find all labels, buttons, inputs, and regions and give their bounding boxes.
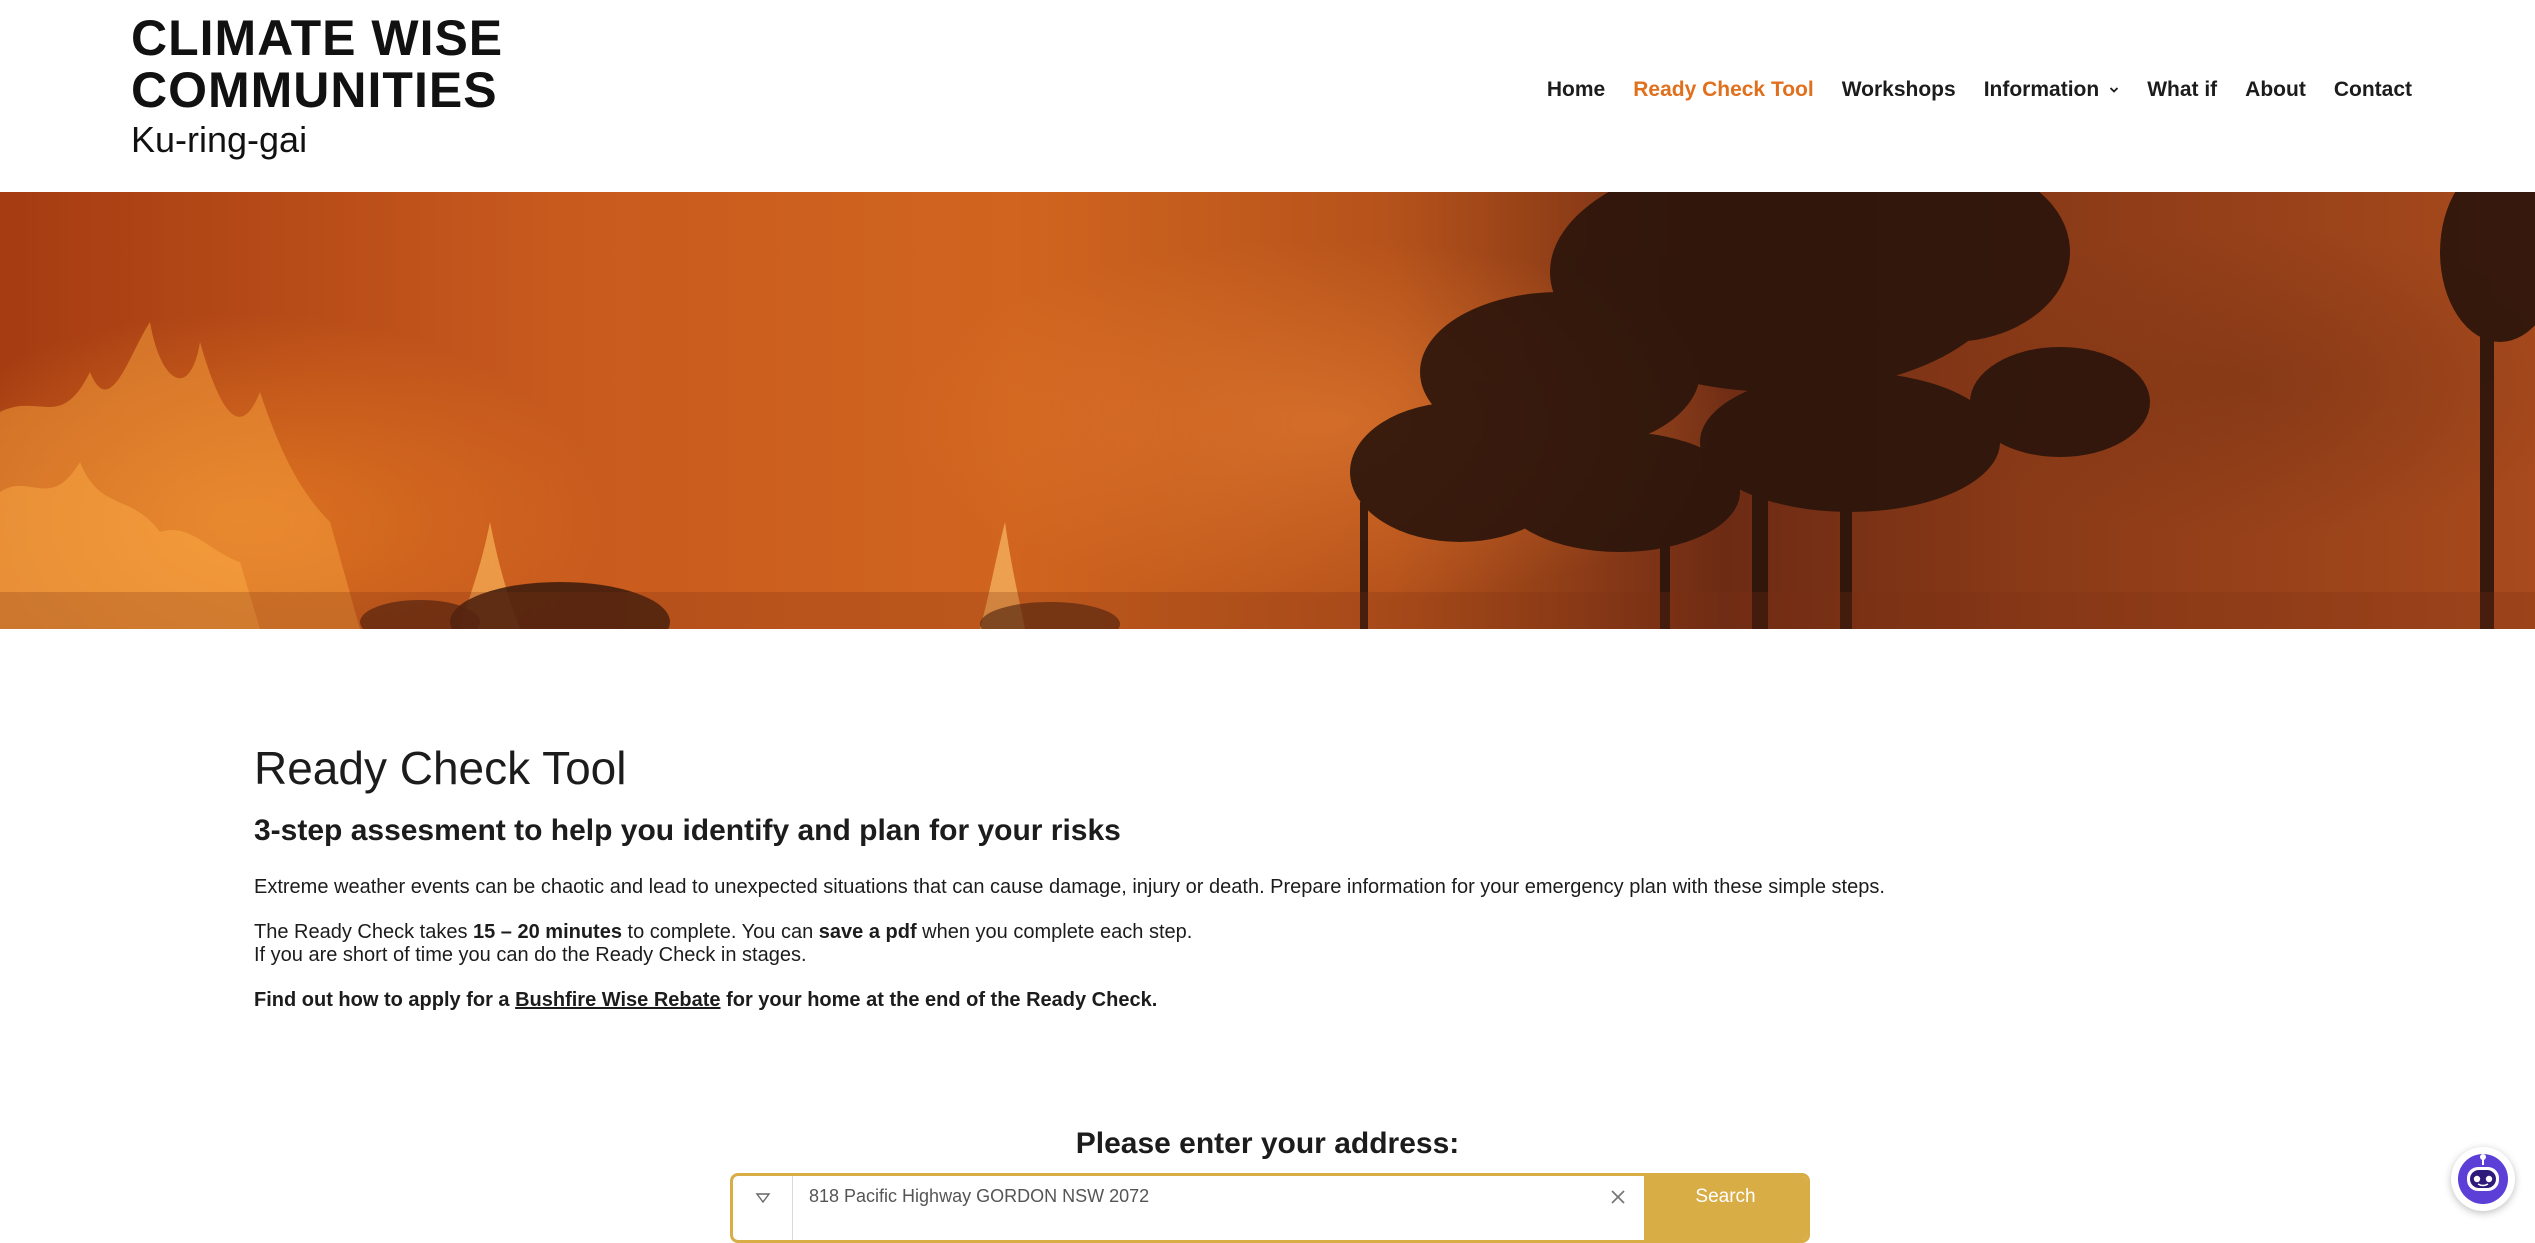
nav-contact[interactable]: Contact bbox=[2334, 78, 2412, 102]
duration-middle: to complete. You can bbox=[621, 921, 819, 943]
bushfire-forest-illustration bbox=[0, 192, 2535, 629]
rebate-text: Find out how to apply for a Bushfire Wis… bbox=[254, 989, 2284, 1012]
page-subtitle: 3-step assesment to help you identify an… bbox=[254, 814, 1121, 847]
nav-information-label: Information bbox=[1983, 78, 2100, 101]
logo-line-2: COMMUNITIES bbox=[131, 62, 498, 118]
rebate-prefix: Find out how to apply for a bbox=[254, 989, 516, 1011]
nav-information[interactable]: Information bbox=[1984, 78, 2120, 102]
nav-workshops[interactable]: Workshops bbox=[1842, 78, 1956, 102]
logo-subtitle: Ku-ring-gai bbox=[131, 119, 308, 160]
address-prompt: Please enter your address: bbox=[1075, 1127, 1460, 1160]
duration-value: 15 – 20 minutes bbox=[473, 921, 622, 943]
duration-suffix: when you complete each step. bbox=[916, 921, 1193, 943]
logo-line-1: CLIMATE WISE bbox=[131, 10, 504, 66]
duration-text: The Ready Check takes 15 – 20 minutes to… bbox=[254, 921, 2284, 944]
close-icon bbox=[1611, 1190, 1625, 1204]
duration-prefix: The Ready Check takes bbox=[254, 921, 473, 943]
site-header: CLIMATE WISE COMMUNITIES Ku-ring-gai Hom… bbox=[0, 0, 2535, 192]
nav-ready-check-tool[interactable]: Ready Check Tool bbox=[1633, 78, 1814, 102]
chevron-down-icon bbox=[2110, 87, 2119, 93]
chat-launcher-button[interactable] bbox=[2451, 1147, 2515, 1211]
address-search-input[interactable] bbox=[793, 1176, 1592, 1216]
triangle-down-icon bbox=[755, 1193, 770, 1204]
clear-address-button[interactable] bbox=[1592, 1176, 1644, 1240]
hero-banner-image bbox=[0, 192, 2535, 629]
stages-text: If you are short of time you can do the … bbox=[254, 944, 807, 966]
save-pdf-text: save a pdf bbox=[818, 921, 917, 943]
intro-text: Extreme weather events can be chaotic an… bbox=[254, 876, 1885, 898]
site-logo[interactable]: CLIMATE WISE COMMUNITIES Ku-ring-gai bbox=[131, 12, 503, 160]
bushfire-wise-rebate-link[interactable]: Bushfire Wise Rebate bbox=[515, 989, 720, 1011]
address-search-box: Search bbox=[730, 1173, 1810, 1243]
nav-about[interactable]: About bbox=[2245, 78, 2306, 102]
nav-home[interactable]: Home bbox=[1547, 78, 1605, 102]
chatbot-icon bbox=[2458, 1154, 2508, 1204]
main-nav: Home Ready Check Tool Workshops Informat… bbox=[1519, 78, 2412, 102]
nav-what-if[interactable]: What if bbox=[2147, 78, 2217, 102]
address-filter-dropdown[interactable] bbox=[733, 1176, 793, 1240]
main-content: Ready Check Tool 3-step assesment to hel… bbox=[254, 740, 2284, 1012]
search-button[interactable]: Search bbox=[1644, 1176, 1807, 1240]
rebate-suffix: for your home at the end of the Ready Ch… bbox=[720, 989, 1158, 1011]
page-title: Ready Check Tool bbox=[254, 742, 627, 794]
